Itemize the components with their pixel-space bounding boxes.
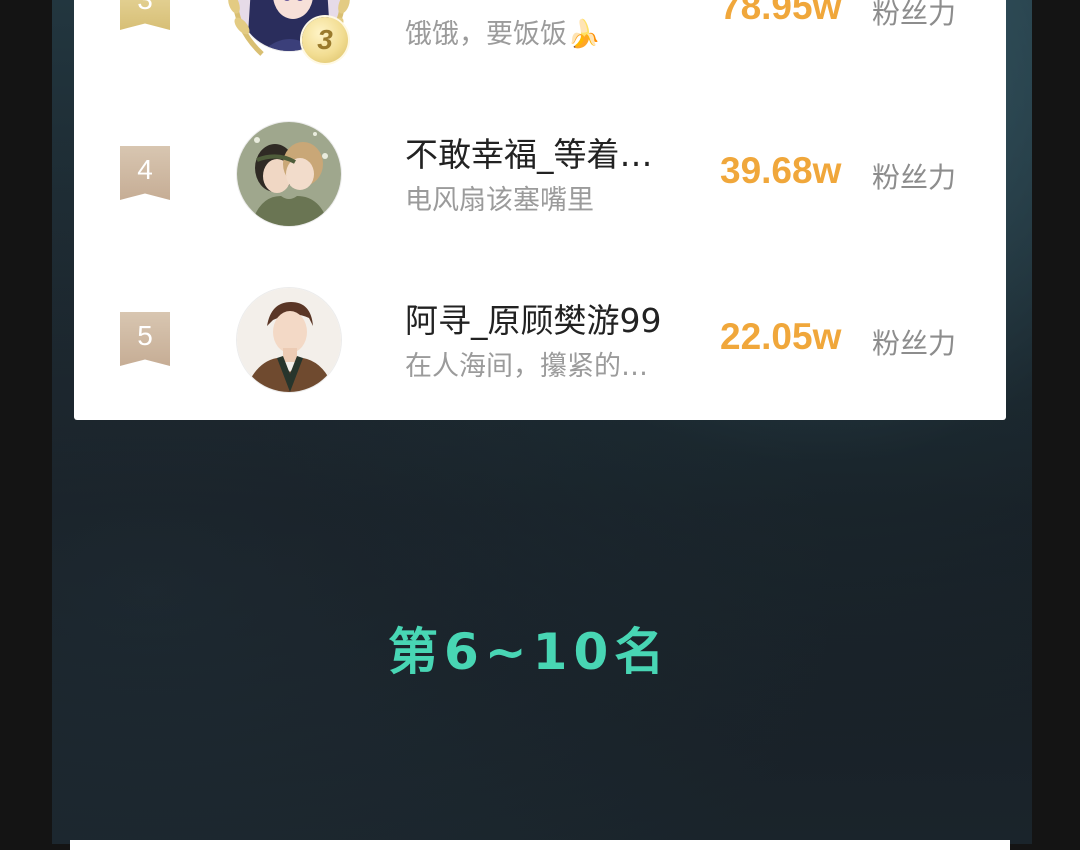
rank-coin-icon: 3 [302,17,348,63]
ranking-row-3[interactable]: 3 3 饿饿，要饭饭🍌 78.95w 粉 [74,0,1006,96]
fan-score-value: 22.05w [720,316,842,357]
avatar[interactable] [237,288,341,392]
fan-score-value: 39.68w [720,150,842,191]
rank-coin-number: 3 [317,24,333,55]
user-bio: 电风扇该塞嘴里 [405,185,594,216]
avatar[interactable] [237,122,341,226]
rank-ribbon-icon: 5 [120,312,170,366]
rank-number: 4 [137,154,153,185]
user-name[interactable]: 阿寻_原顾樊游99 [405,294,662,342]
ranking-row-5[interactable]: 5 阿寻_原顾樊游99 在人海间，攥紧的… 22.05w 粉丝力 [74,266,1006,416]
rank-ribbon-icon: 4 [120,146,170,200]
fan-score-value: 78.95w [720,0,842,27]
rank-number: 3 [137,0,153,15]
ranking-list-card: 3 3 饿饿，要饭饭🍌 78.95w 粉 [74,0,1006,420]
fan-score-label: 粉丝力 [872,327,957,360]
ranking-row-4[interactable]: 4 不敢幸福_等着… 电风扇该塞嘴里 39.68w 粉丝力 [74,100,1006,250]
rank-ribbon-icon: 3 [120,0,170,30]
rank-number: 5 [137,320,153,351]
fan-score-label: 粉丝力 [872,0,957,30]
user-bio: 饿饿，要饭饭🍌 [405,19,601,50]
user-name[interactable]: 不敢幸福_等着… [405,128,653,176]
fan-score-label: 粉丝力 [872,161,957,194]
next-ranking-card-edge [70,840,1010,850]
section-heading: 第6~10名 [388,623,671,681]
user-bio: 在人海间，攥紧的… [405,351,648,382]
